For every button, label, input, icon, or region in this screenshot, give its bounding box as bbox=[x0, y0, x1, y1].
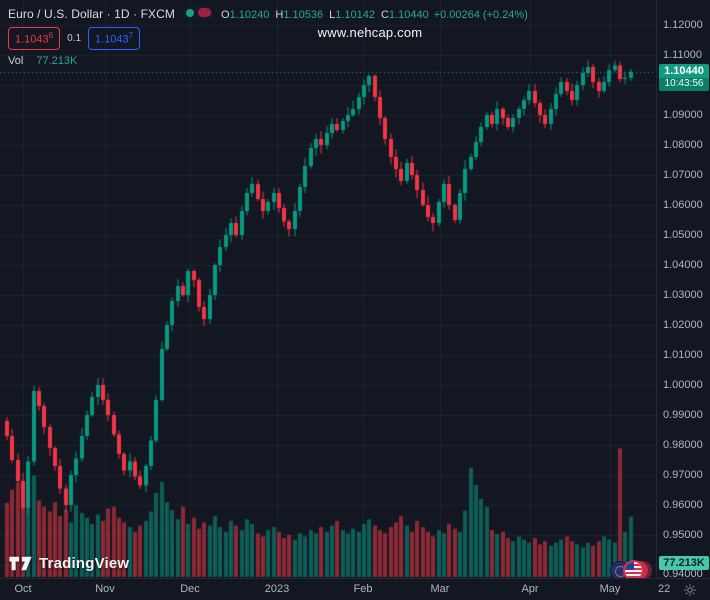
volume-label: Vol bbox=[8, 55, 24, 67]
ask-value: 1.1043 bbox=[95, 33, 129, 46]
price-axis-label: 1.09000 bbox=[663, 109, 703, 121]
spread-label: 0.1 bbox=[67, 32, 82, 44]
price-axis-label: 1.02000 bbox=[663, 319, 703, 331]
volume-axis-badge: 77.213K bbox=[659, 556, 709, 570]
bar-countdown: 10:43:56 bbox=[659, 78, 709, 91]
price-axis-label: 0.99000 bbox=[663, 409, 703, 421]
time-axis-label: Apr bbox=[521, 583, 539, 595]
candlestick-chart-canvas[interactable] bbox=[0, 0, 710, 600]
gear-icon[interactable] bbox=[682, 582, 698, 598]
price-axis-label: 1.01000 bbox=[663, 349, 703, 361]
low-value: 1.10142 bbox=[335, 9, 375, 21]
chart-legend: Euro / U.S. Dollar · 1D · FXCM O1.10240 H1… bbox=[8, 5, 528, 23]
close-value: 1.10440 bbox=[388, 9, 429, 21]
price-axis-label: 1.00000 bbox=[663, 379, 703, 391]
price-axis-label: 1.05000 bbox=[663, 229, 703, 241]
volume-legend: Vol 77.213K bbox=[8, 55, 77, 67]
toggle-red-dot bbox=[198, 8, 212, 18]
bid-value: 1.1043 bbox=[15, 33, 49, 46]
clock-text: 22 bbox=[658, 583, 671, 595]
buy-ask-button[interactable]: 1.10437 bbox=[88, 27, 141, 50]
volume-value: 77.213K bbox=[36, 55, 78, 67]
price-axis-label: 1.04000 bbox=[663, 259, 703, 271]
ohlc-values: O1.10240 H1.10536 L1.10142 C1.10440 +0.00264… bbox=[221, 9, 528, 21]
time-axis-label: Nov bbox=[95, 583, 115, 595]
price-axis-label: 1.03000 bbox=[663, 289, 703, 301]
current-price-value: 1.10440 bbox=[664, 65, 704, 77]
price-axis-label: 1.11000 bbox=[663, 49, 702, 61]
time-axis-label: Mar bbox=[430, 583, 450, 595]
high-value: 1.10536 bbox=[283, 9, 324, 21]
price-axis-label: 1.12000 bbox=[663, 19, 703, 31]
buy-sell-toggle[interactable] bbox=[183, 6, 214, 20]
site-watermark-text: www.nehcap.com bbox=[317, 25, 423, 40]
bid-ask-row: 1.10436 0.1 1.10437 bbox=[8, 27, 141, 50]
toggle-green-dot bbox=[186, 8, 195, 17]
ask-sup-digit: 7 bbox=[128, 31, 134, 40]
tradingview-logo[interactable]: TradingView bbox=[8, 555, 129, 572]
price-axis-label: 1.07000 bbox=[663, 169, 703, 181]
time-axis-label: May bbox=[599, 583, 621, 595]
price-axis-label: 0.96000 bbox=[663, 499, 703, 511]
price-axis[interactable]: 1.10440 10:43:56 77.213K 1.12000 1.11000 1… bbox=[656, 0, 710, 580]
close-label: C bbox=[380, 9, 389, 21]
bid-sup-digit: 6 bbox=[48, 31, 54, 40]
tradingview-logo-text: TradingView bbox=[39, 555, 130, 572]
price-axis-label: 0.97000 bbox=[663, 469, 703, 481]
time-axis-label: Dec bbox=[180, 583, 200, 595]
current-price-badge: 1.10440 10:43:56 bbox=[659, 64, 709, 91]
price-axis-label: 0.95000 bbox=[663, 529, 703, 541]
open-label: O bbox=[221, 9, 230, 21]
price-axis-label: 0.98000 bbox=[663, 439, 703, 451]
time-axis-label: 2023 bbox=[264, 583, 290, 595]
price-axis-label: 1.08000 bbox=[663, 139, 703, 151]
price-axis-label: 1.06000 bbox=[663, 199, 703, 211]
open-value: 1.10240 bbox=[229, 9, 270, 21]
time-axis-label: Feb bbox=[353, 583, 373, 595]
time-axis[interactable]: 22 Oct Nov Dec 2023 Feb Mar Apr May bbox=[0, 578, 710, 600]
change-value: +0.00264 (+0.24%) bbox=[433, 9, 528, 21]
sell-bid-button[interactable]: 1.10436 bbox=[8, 27, 61, 50]
tradingview-logo-icon bbox=[9, 556, 32, 571]
time-axis-label: Oct bbox=[14, 583, 32, 595]
tradingview-chart-widget: { "header": { "symbol_title": "Euro / U.… bbox=[0, 0, 710, 600]
symbol-title[interactable]: Euro / U.S. Dollar · 1D · FXCM bbox=[8, 7, 175, 21]
